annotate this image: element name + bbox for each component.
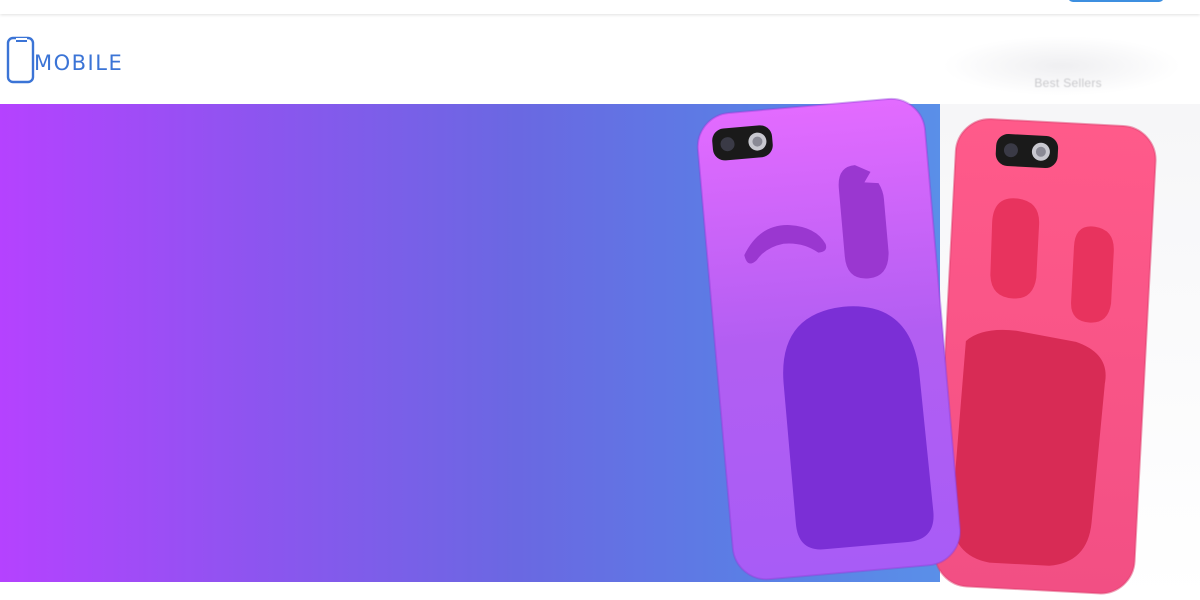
phone-cases-illustration xyxy=(695,96,1157,595)
mouth-shape xyxy=(951,329,1106,566)
pink-phone-case[interactable] xyxy=(933,117,1157,595)
left-eye-shape xyxy=(990,198,1040,299)
purple-phone-case[interactable] xyxy=(695,96,963,582)
right-eye-shape xyxy=(1071,226,1114,323)
